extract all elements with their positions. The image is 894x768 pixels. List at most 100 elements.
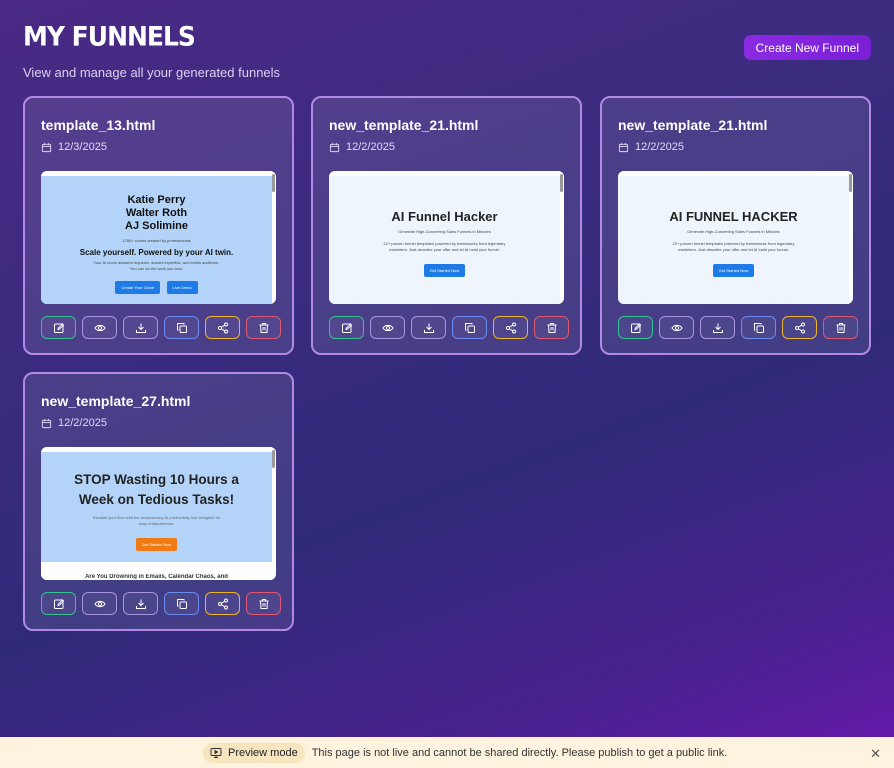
edit-icon xyxy=(630,322,641,333)
preview-bar xyxy=(41,447,276,452)
preview-sub: Generate High-Converting Sales Funnels i… xyxy=(687,229,780,234)
funnel-date-text: 12/2/2025 xyxy=(635,141,684,153)
page-subtitle: View and manage all your generated funne… xyxy=(23,65,281,80)
delete-button[interactable] xyxy=(246,316,281,339)
page-title: MY FUNNELS xyxy=(23,21,196,52)
preview-scrollbar[interactable] xyxy=(272,174,275,192)
preview-line: AJ Solimine xyxy=(125,220,188,232)
delete-button[interactable] xyxy=(823,316,858,339)
close-icon[interactable]: ✕ xyxy=(870,746,881,762)
page-header: MY FUNNELS View and manage all your gene… xyxy=(23,21,281,80)
funnel-card: template_13.html 12/3/2025 Katie Perry W… xyxy=(23,96,294,355)
copy-button[interactable] xyxy=(164,592,199,615)
calendar-icon xyxy=(41,142,52,152)
view-button[interactable] xyxy=(82,592,117,615)
copy-icon xyxy=(464,322,475,333)
preview-title: AI Funnel Hacker xyxy=(391,209,498,224)
preview-scrollbar[interactable] xyxy=(272,450,275,468)
preview-cta: Get Started Now xyxy=(712,264,755,277)
funnel-name: new_template_21.html xyxy=(329,117,479,133)
create-new-funnel-button[interactable]: Create New Funnel xyxy=(743,35,871,60)
preview-cta: Get Started Now xyxy=(135,538,178,551)
copy-icon xyxy=(176,598,187,609)
trash-icon xyxy=(259,322,268,333)
edit-button[interactable] xyxy=(329,316,364,339)
calendar-icon xyxy=(618,142,629,152)
share-button[interactable] xyxy=(205,316,240,339)
share-button[interactable] xyxy=(205,592,240,615)
preview-line: Walter Roth xyxy=(125,207,188,219)
preview-scrollbar[interactable] xyxy=(560,174,563,192)
funnel-date-text: 12/2/2025 xyxy=(58,417,107,429)
funnel-name: template_13.html xyxy=(41,117,156,133)
funnel-preview[interactable]: Katie Perry Walter Roth AJ Solimine 1250… xyxy=(41,171,276,304)
monitor-icon xyxy=(210,747,222,758)
preview-cta: Get Started Now xyxy=(423,264,466,277)
funnel-preview[interactable]: AI Funnel Hacker Generate High-Convertin… xyxy=(329,171,564,304)
preview-desc: marketers. Just describe your offer and … xyxy=(389,247,500,252)
funnel-card: new_template_27.html 12/2/2025 STOP Wast… xyxy=(23,372,294,631)
preview-cta: Create Your Clone xyxy=(115,281,161,294)
preview-bar xyxy=(618,171,853,176)
download-button[interactable] xyxy=(123,592,158,615)
share-icon xyxy=(217,598,228,609)
edit-button[interactable] xyxy=(618,316,653,339)
funnel-date: 12/2/2025 xyxy=(329,141,395,153)
preview-desc: marketers. Just describe your offer and … xyxy=(678,247,789,252)
preview-mode-label: Preview mode xyxy=(228,746,298,759)
preview-mode-banner: Preview mode This page is not live and c… xyxy=(0,737,894,768)
preview-bar xyxy=(329,171,564,176)
preview-heading: Scale yourself. Powered by your AI twin. xyxy=(79,248,234,257)
download-button[interactable] xyxy=(123,316,158,339)
copy-icon xyxy=(753,322,764,333)
eye-icon xyxy=(670,324,683,331)
edit-icon xyxy=(341,322,352,333)
trash-icon xyxy=(547,322,556,333)
calendar-icon xyxy=(329,142,340,152)
funnel-date: 12/3/2025 xyxy=(41,141,107,153)
funnel-date-text: 12/3/2025 xyxy=(58,141,107,153)
view-button[interactable] xyxy=(82,316,117,339)
share-icon xyxy=(505,322,516,333)
download-icon xyxy=(135,323,146,333)
download-button[interactable] xyxy=(411,316,446,339)
download-button[interactable] xyxy=(700,316,735,339)
edit-icon xyxy=(53,322,64,333)
share-button[interactable] xyxy=(493,316,528,339)
view-button[interactable] xyxy=(370,316,405,339)
preview-title: AI FUNNEL HACKER xyxy=(669,209,798,224)
preview-bar xyxy=(41,171,276,176)
funnel-preview[interactable]: STOP Wasting 10 Hours a Week on Tedious … xyxy=(41,447,276,580)
funnel-date: 12/2/2025 xyxy=(41,417,107,429)
edit-button[interactable] xyxy=(41,592,76,615)
funnel-date: 12/2/2025 xyxy=(618,141,684,153)
download-icon xyxy=(712,323,723,333)
calendar-icon xyxy=(41,418,52,428)
preview-scrollbar[interactable] xyxy=(849,174,852,192)
preview-line: Katie Perry xyxy=(127,194,186,206)
preview-desc: busy entrepreneurs. xyxy=(138,521,175,526)
download-icon xyxy=(423,323,434,333)
copy-button[interactable] xyxy=(452,316,487,339)
copy-icon xyxy=(176,322,187,333)
preview-footer: Are You Drowning in Emails, Calendar Cha… xyxy=(85,574,228,579)
share-button[interactable] xyxy=(782,316,817,339)
preview-title: Week on Tedious Tasks! xyxy=(78,492,235,507)
funnel-preview[interactable]: AI FUNNEL HACKER Generate High-Convertin… xyxy=(618,171,853,304)
preview-mode-badge: Preview mode xyxy=(203,742,305,763)
delete-button[interactable] xyxy=(246,592,281,615)
edit-button[interactable] xyxy=(41,316,76,339)
eye-icon xyxy=(93,324,106,331)
card-actions xyxy=(41,316,281,339)
preview-sub: Generate High-Converting Sales Funnels i… xyxy=(398,229,491,234)
card-actions xyxy=(41,592,281,615)
delete-button[interactable] xyxy=(534,316,569,339)
funnel-card: new_template_21.html 12/2/2025 AI Funnel… xyxy=(311,96,582,355)
copy-button[interactable] xyxy=(741,316,776,339)
copy-button[interactable] xyxy=(164,316,199,339)
eye-icon xyxy=(381,324,394,331)
funnel-card: new_template_21.html 12/2/2025 AI FUNNEL… xyxy=(600,96,871,355)
trash-icon xyxy=(259,598,268,609)
view-button[interactable] xyxy=(659,316,694,339)
funnel-name: new_template_27.html xyxy=(41,393,191,409)
